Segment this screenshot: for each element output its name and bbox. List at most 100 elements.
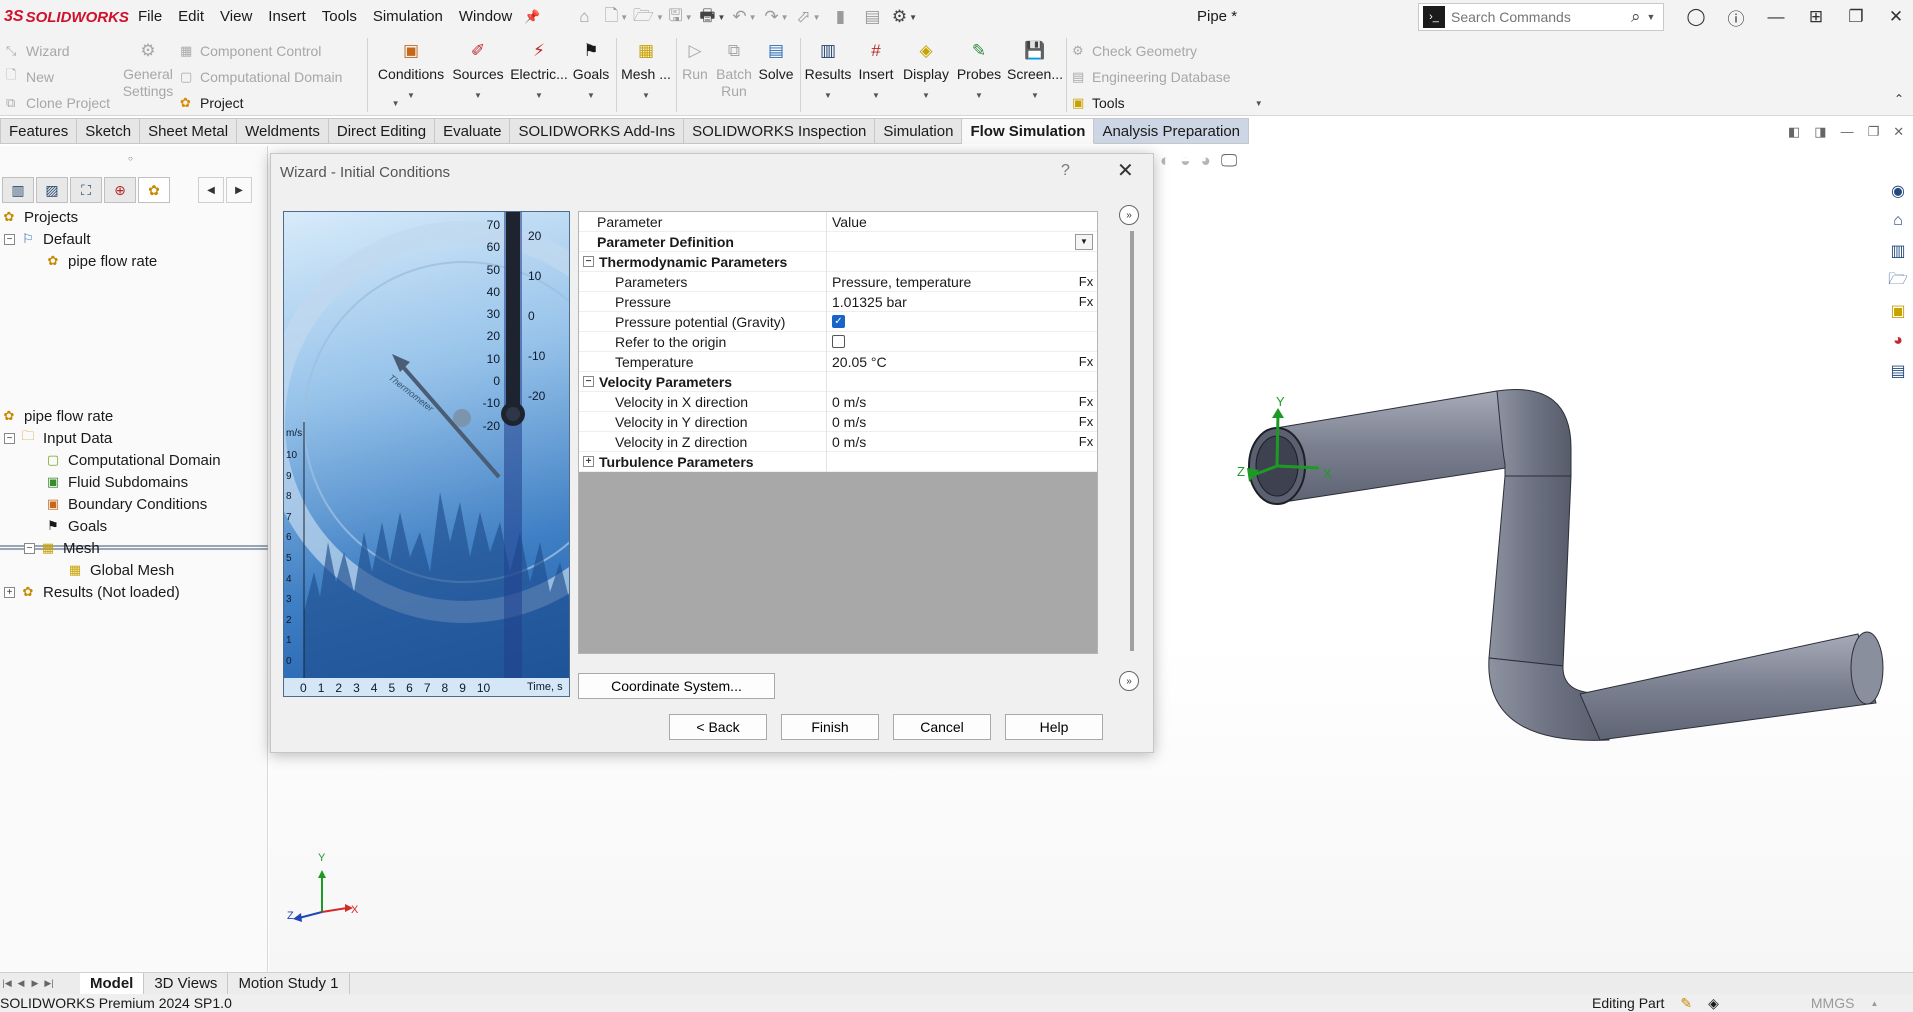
- restore-icon[interactable]: ❐: [1836, 7, 1876, 27]
- flow-simulation-tab-icon[interactable]: ✿: [138, 177, 170, 203]
- finish-button[interactable]: Finish: [781, 714, 879, 740]
- collapse-ribbon-icon[interactable]: ⌃: [1894, 92, 1904, 106]
- menu-file[interactable]: File: [130, 0, 170, 34]
- menu-tools[interactable]: Tools: [314, 0, 365, 34]
- chevron-double-right-icon[interactable]: »: [1119, 205, 1139, 225]
- tab-evaluate[interactable]: Evaluate: [435, 118, 511, 144]
- tab-features[interactable]: Features: [0, 118, 78, 144]
- rebuild-icon[interactable]: ✎: [1680, 995, 1692, 1012]
- first-tab-icon[interactable]: |◀: [0, 978, 14, 989]
- collapse-icon[interactable]: −: [583, 256, 594, 267]
- solidworks-resources-icon[interactable]: ◉: [1883, 176, 1913, 206]
- param-value[interactable]: 20.05 °C: [827, 354, 1075, 370]
- tab-model[interactable]: Model: [80, 972, 145, 995]
- tile-left-icon[interactable]: ◧: [1788, 124, 1800, 140]
- tab-analysis-preparation[interactable]: Analysis Preparation: [1094, 118, 1250, 144]
- open-folder-icon[interactable]: 🗁 ▼: [633, 4, 664, 30]
- configuration-manager-tab-icon[interactable]: ⛶: [70, 177, 102, 203]
- tree-item-fluid-subdomains[interactable]: ▣ Fluid Subdomains: [0, 471, 268, 493]
- menu-edit[interactable]: Edit: [170, 0, 212, 34]
- tree-item-pipe-flow-rate-root[interactable]: ✿ pipe flow rate: [0, 405, 268, 427]
- refer-to-origin-checkbox[interactable]: [832, 335, 845, 348]
- cancel-button[interactable]: Cancel: [893, 714, 991, 740]
- close-icon[interactable]: ✕: [1117, 158, 1134, 183]
- rebuild-icon[interactable]: ▮: [826, 4, 854, 30]
- tab-simulation[interactable]: Simulation: [875, 118, 963, 144]
- restore-icon[interactable]: ❐: [1868, 124, 1880, 140]
- tile-icon[interactable]: ⊞: [1796, 7, 1836, 27]
- tags-icon[interactable]: ◈: [1708, 995, 1719, 1012]
- user-icon[interactable]: ◯: [1676, 7, 1716, 27]
- tab-3d-views[interactable]: 3D Views: [144, 972, 229, 995]
- thermodynamic-section-row[interactable]: − Thermodynamic Parameters: [579, 251, 1097, 272]
- view-palette-icon[interactable]: ▣: [1883, 296, 1913, 326]
- tree-item-mesh[interactable]: − ▦ Mesh: [0, 537, 268, 559]
- param-value[interactable]: 0 m/s: [827, 394, 1075, 410]
- velocity-section-row[interactable]: − Velocity Parameters: [579, 371, 1097, 392]
- status-units[interactable]: MMGS: [1811, 995, 1855, 1011]
- home-icon[interactable]: ⌂: [570, 4, 598, 30]
- display-button[interactable]: ◈ Display ▼: [902, 40, 950, 100]
- chevron-down-icon[interactable]: ▼: [1647, 12, 1656, 22]
- help-button[interactable]: Help: [1005, 714, 1103, 740]
- menu-insert[interactable]: Insert: [260, 0, 314, 34]
- tree-item-input-data[interactable]: − 🗀 Input Data: [0, 427, 268, 449]
- chevron-down-icon[interactable]: ▼: [1075, 233, 1093, 250]
- collapse-icon[interactable]: −: [4, 233, 15, 245]
- search-icon[interactable]: ⌕: [1631, 7, 1641, 27]
- tree-item-projects[interactable]: ✿ Projects: [0, 206, 268, 228]
- gear-icon[interactable]: ⚙ ▼: [890, 4, 918, 30]
- probes-button[interactable]: ✎ Probes ▼: [956, 40, 1002, 100]
- table-row[interactable]: Pressure potential (Gravity) ✓: [579, 311, 1097, 332]
- tab-weldments[interactable]: Weldments: [237, 118, 329, 144]
- scrollbar[interactable]: [1130, 231, 1134, 651]
- chevron-double-right-icon[interactable]: »: [1119, 671, 1139, 691]
- close-icon[interactable]: ✕: [1876, 7, 1913, 27]
- conditions-button[interactable]: ▣ Conditions ▼: [378, 40, 444, 100]
- tree-item-global-mesh[interactable]: ▦ Global Mesh: [0, 559, 268, 581]
- minimize-icon[interactable]: —: [1841, 124, 1854, 140]
- edit-appearance-icon[interactable]: ◕: [1201, 151, 1211, 171]
- collapse-icon[interactable]: −: [24, 542, 35, 554]
- tab-sheet-metal[interactable]: Sheet Metal: [140, 118, 238, 144]
- new-document-icon[interactable]: 🗋 ▼: [602, 4, 630, 30]
- back-button[interactable]: < Back: [669, 714, 767, 740]
- file-properties-icon[interactable]: ▤: [858, 4, 886, 30]
- param-value[interactable]: 0 m/s: [827, 414, 1075, 430]
- tab-solidworks-add-ins[interactable]: SOLIDWORKS Add-Ins: [510, 118, 685, 144]
- param-value[interactable]: Pressure, temperature: [827, 274, 1075, 290]
- goals-button[interactable]: ⚑ Goals ▼: [572, 40, 610, 100]
- tab-flow-simulation[interactable]: Flow Simulation: [962, 118, 1095, 144]
- property-manager-tab-icon[interactable]: ▨: [36, 177, 68, 203]
- tree-item-goals[interactable]: ⚑ Goals: [0, 515, 268, 537]
- scene-icon[interactable]: 🖵: [1221, 151, 1237, 171]
- tools-dropdown[interactable]: ▣ Tools ▼: [1072, 90, 1263, 116]
- fx-button[interactable]: Fx: [1075, 354, 1097, 369]
- search-commands[interactable]: ›_ ⌕ ▼: [1418, 3, 1664, 31]
- redo-icon[interactable]: ↷ ▼: [762, 4, 790, 30]
- select-icon[interactable]: ⬀ ▼: [794, 4, 822, 30]
- fx-button[interactable]: Fx: [1075, 414, 1097, 429]
- last-tab-icon[interactable]: ▶|: [42, 978, 56, 989]
- tab-motion-study-1[interactable]: Motion Study 1: [228, 972, 350, 995]
- param-value[interactable]: 0 m/s: [827, 434, 1075, 450]
- undo-icon[interactable]: ↶ ▼: [730, 4, 758, 30]
- file-explorer-icon[interactable]: 🗁: [1883, 266, 1913, 296]
- results-button[interactable]: ▥ Results ▼: [804, 40, 852, 100]
- menu-view[interactable]: View: [212, 0, 260, 34]
- solve-button[interactable]: ▤ Solve: [758, 40, 794, 83]
- menu-simulation[interactable]: Simulation: [365, 0, 451, 34]
- run-button[interactable]: ▷ Run: [680, 40, 710, 83]
- panel-grip-icon[interactable]: ○: [128, 154, 133, 163]
- table-row[interactable]: Pressure 1.01325 bar Fx: [579, 291, 1097, 312]
- dimxpert-tab-icon[interactable]: ⊕: [104, 177, 136, 203]
- minimize-icon[interactable]: —: [1756, 7, 1796, 27]
- close-icon[interactable]: ✕: [1893, 124, 1904, 140]
- parameter-definition-row[interactable]: Parameter Definition ▼: [579, 231, 1097, 252]
- clone-project-button[interactable]: ⧉ Clone Project: [6, 90, 110, 116]
- feature-manager-tab-icon[interactable]: ▥: [2, 177, 34, 203]
- coordinate-system-button[interactable]: Coordinate System...: [578, 673, 775, 699]
- arrow-left-icon[interactable]: ◀: [198, 177, 224, 203]
- table-row[interactable]: Parameters Pressure, temperature Fx: [579, 271, 1097, 292]
- wizard-button[interactable]: ⤡ Wizard: [6, 38, 110, 64]
